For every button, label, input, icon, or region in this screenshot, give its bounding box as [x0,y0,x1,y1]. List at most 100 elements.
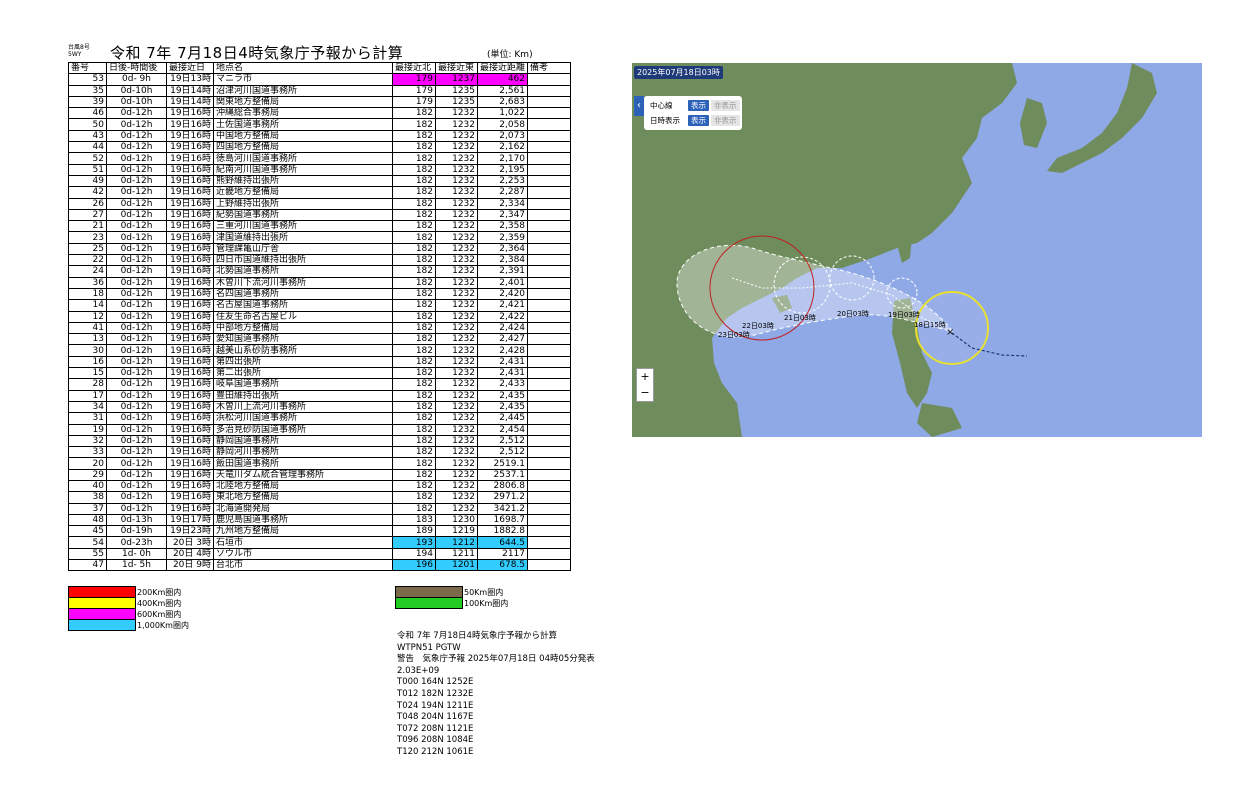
table-cell: 18 [68,287,107,301]
table-cell: 19日16時 [166,287,214,301]
table-row: 50 0d-12h 19日16時 土佐国道事務所 182 1232 2,058 [68,118,572,131]
table-cell: 19日16時 [166,186,214,199]
table-cell: 三重河川国道事務所 [213,220,393,233]
table-cell: 0d-12h [106,502,167,515]
table-cell: 1232 [435,197,478,210]
column-header: 最接近日 [166,61,214,75]
table-cell: 23 [68,231,107,244]
table-cell: 北勢国道事務所 [213,265,393,278]
legend-label: 400Km圏内 [137,598,182,608]
note-line: T024 194N 1211E [397,700,474,711]
legend-swatch [395,597,463,609]
table-cell: 19日16時 [166,367,214,380]
table-cell: 0d-12h [106,208,167,222]
table-cell: 0d-12h [106,220,167,233]
table-cell: 2,512 [476,434,529,448]
table-cell: 1232 [435,208,478,222]
table-cell [527,525,572,538]
table-cell: 19日16時 [166,254,214,267]
note-line: WTPN51 PGTW [397,642,461,653]
table-cell: 2,683 [476,95,529,109]
legend-label: 1,000Km圏内 [137,620,189,630]
table-cell [527,118,572,131]
table-cell: 1232 [435,299,478,312]
table-cell: 53 [68,73,107,86]
table-row: 25 0d-12h 19日16時 管理課亀山庁舎 182 1232 2,364 [68,242,572,256]
table-cell: 26 [68,197,107,210]
table-cell: 1232 [435,457,478,470]
table-cell: 1d- 5h [106,559,167,572]
table-cell: 20日 3時 [166,536,214,549]
table-cell: 0d-12h [106,491,167,504]
center-line-show-button[interactable]: 表示 [688,100,709,111]
table-cell [527,287,572,301]
table-row: 53 0d- 9h 19日13時 マニラ市 179 1237 462 [68,73,572,86]
note-line: T072 208N 1121E [397,723,474,734]
table-cell: 2,454 [476,423,529,436]
table-cell: 36 [68,276,107,289]
table-cell: 182 [392,412,436,425]
table-cell [527,536,572,549]
typhoon-map[interactable]: × 2025年07月18日03時 ‹ 中心線 表示 非表示 日時表示 表示 非表… [632,63,1202,437]
table-cell: 182 [392,321,436,335]
table-cell: 2,435 [476,389,529,402]
table-cell: 2,073 [476,129,529,143]
table-cell: 19日23時 [166,525,214,538]
table-cell: 第二出張所 [213,367,393,380]
table-cell: 沼津河川国道事務所 [213,84,393,97]
table-row: 26 0d-12h 19日16時 上野維持出張所 182 1232 2,334 [68,197,572,210]
table-cell [527,389,572,402]
table-cell [527,95,572,109]
table-row: 49 0d-12h 19日16時 熊野維持出張所 182 1232 2,253 [68,174,572,188]
zoom-in-button[interactable]: + [637,369,653,385]
collapse-panel-button[interactable]: ‹ [634,96,644,116]
table-cell: 34 [68,400,107,414]
table-row: 51 0d-12h 19日16時 紀南河川国道事務所 182 1232 2,195 [68,163,572,176]
zoom-out-button[interactable]: − [637,385,653,401]
table-cell: 20日 9時 [166,559,214,572]
table-cell: 19日16時 [166,231,214,244]
table-cell: 182 [392,208,436,222]
table-cell: 1232 [435,333,478,346]
table-cell: 37 [68,502,107,515]
table-cell: 182 [392,254,436,267]
forecast-label: 20日03時 [837,310,869,318]
table-cell: 19 [68,423,107,436]
table-cell: 182 [392,287,436,301]
table-cell: 1232 [435,310,478,323]
table-row: 13 0d-12h 19日16時 愛知国道事務所 182 1232 2,427 [68,333,572,346]
table-cell: 0d-12h [106,299,167,312]
forecast-label: 21日03時 [784,314,816,322]
table-cell [527,457,572,470]
table-cell: 32 [68,434,107,448]
table-cell: 2,391 [476,265,529,278]
table-cell: 19日16時 [166,468,214,481]
table-cell: 0d-12h [106,287,167,301]
date-display-show-button[interactable]: 表示 [688,115,709,126]
table-cell: 1232 [435,186,478,199]
table-cell: 19日16時 [166,208,214,222]
table-cell: 19日14時 [166,95,214,109]
column-header: 最接近距離 [476,61,529,75]
table-cell: 2,422 [476,310,529,323]
table-cell: 179 [392,73,436,86]
table-cell: 上野維持出張所 [213,197,393,210]
table-cell [527,355,572,369]
table-cell: 熊野維持出張所 [213,174,393,188]
note-line: 警告 気象庁予報 2025年07月18日 04時05分発表 [397,654,595,665]
table-cell: 0d-12h [106,310,167,323]
table-cell: 15 [68,367,107,380]
table-cell: 2,334 [476,197,529,210]
table-row: 28 0d-12h 19日16時 岐阜国道事務所 182 1232 2,433 [68,378,572,391]
table-cell: 31 [68,412,107,425]
table-cell: 20 [68,457,107,470]
table-cell: 19日16時 [166,412,214,425]
table-cell: 0d-12h [106,118,167,131]
table-row: 31 0d-12h 19日16時 浜松河川国道事務所 182 1232 2,445 [68,412,572,425]
table-cell: 22 [68,254,107,267]
center-line-hide-button[interactable]: 非表示 [711,100,740,111]
date-display-hide-button[interactable]: 非表示 [711,115,740,126]
table-row: 14 0d-12h 19日16時 名古屋国道事務所 182 1232 2,421 [68,299,572,312]
table-cell [527,254,572,267]
table-cell: 12 [68,310,107,323]
